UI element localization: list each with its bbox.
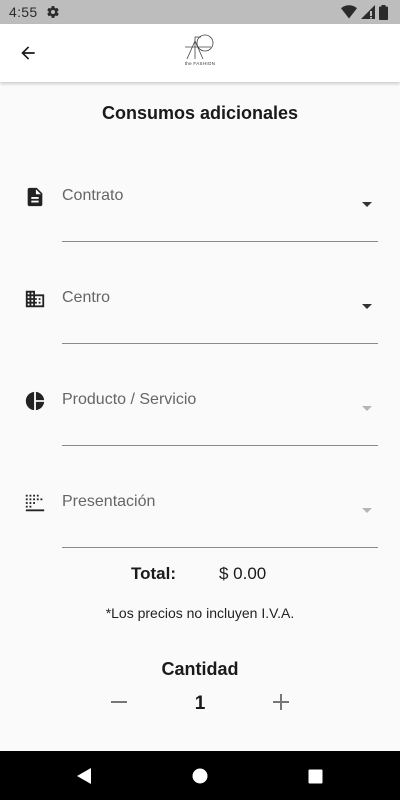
dropdown-arrow-icon	[362, 202, 372, 207]
quantity-title: Cantidad	[161, 659, 239, 679]
nav-home-button[interactable]	[190, 766, 210, 786]
contrato-field: Contrato	[0, 172, 400, 256]
document-icon	[27, 187, 43, 207]
increase-quantity-button[interactable]	[268, 689, 294, 715]
back-button[interactable]	[14, 39, 42, 67]
app-bar: the FASHION	[0, 24, 400, 82]
battery-icon	[379, 4, 388, 20]
presentacion-label: Presentación	[62, 493, 156, 510]
total-row: Total: $ 0.00	[0, 564, 400, 586]
building-icon	[25, 290, 45, 308]
signal-icon	[361, 5, 375, 19]
centro-dropdown[interactable]: Centro	[62, 274, 378, 344]
dropdown-arrow-icon	[362, 508, 372, 513]
system-navigation-bar	[0, 751, 400, 800]
minus-icon	[111, 701, 127, 703]
main-content: Consumos adicionales Contrato Centro Pro…	[0, 82, 400, 751]
wifi-icon	[341, 5, 357, 19]
arrow-back-icon	[21, 46, 35, 60]
status-bar: 4:55	[0, 0, 400, 24]
presentacion-dropdown[interactable]: Presentación	[62, 478, 378, 548]
producto-servicio-label: Producto / Servicio	[62, 391, 197, 408]
plus-icon	[273, 694, 289, 710]
settings-gear-icon	[47, 6, 59, 18]
centro-field: Centro	[0, 274, 400, 358]
dropdown-arrow-icon	[362, 304, 372, 309]
producto-servicio-field: Producto / Servicio	[0, 376, 400, 460]
dropdown-arrow-icon	[362, 406, 372, 411]
nav-back-button[interactable]	[74, 766, 94, 786]
iva-disclaimer: *Los precios no incluyen I.V.A.	[105, 605, 295, 621]
logo-mark-icon	[185, 34, 214, 60]
presentacion-field: Presentación	[0, 478, 400, 562]
logo-text: the FASHION	[184, 61, 216, 66]
status-icons	[341, 4, 388, 20]
page-title: Consumos adicionales	[101, 103, 299, 123]
contrato-dropdown[interactable]: Contrato	[62, 172, 378, 242]
triangle-back-icon	[77, 768, 91, 784]
total-value: $ 0.00	[219, 564, 267, 583]
brand-logo: the FASHION	[181, 33, 219, 73]
pie-chart-icon	[25, 391, 45, 411]
quantity-value: 1	[194, 693, 206, 714]
centro-label: Centro	[62, 289, 111, 306]
total-label: Total:	[131, 564, 177, 583]
circle-home-icon	[192, 768, 208, 784]
contrato-label: Contrato	[62, 187, 124, 204]
nav-recents-button[interactable]	[305, 766, 325, 786]
status-time: 4:55	[9, 4, 38, 20]
producto-servicio-dropdown[interactable]: Producto / Servicio	[62, 376, 378, 446]
decrease-quantity-button[interactable]	[106, 689, 132, 715]
square-recents-icon	[308, 769, 322, 783]
dots-grid-icon	[25, 494, 45, 512]
